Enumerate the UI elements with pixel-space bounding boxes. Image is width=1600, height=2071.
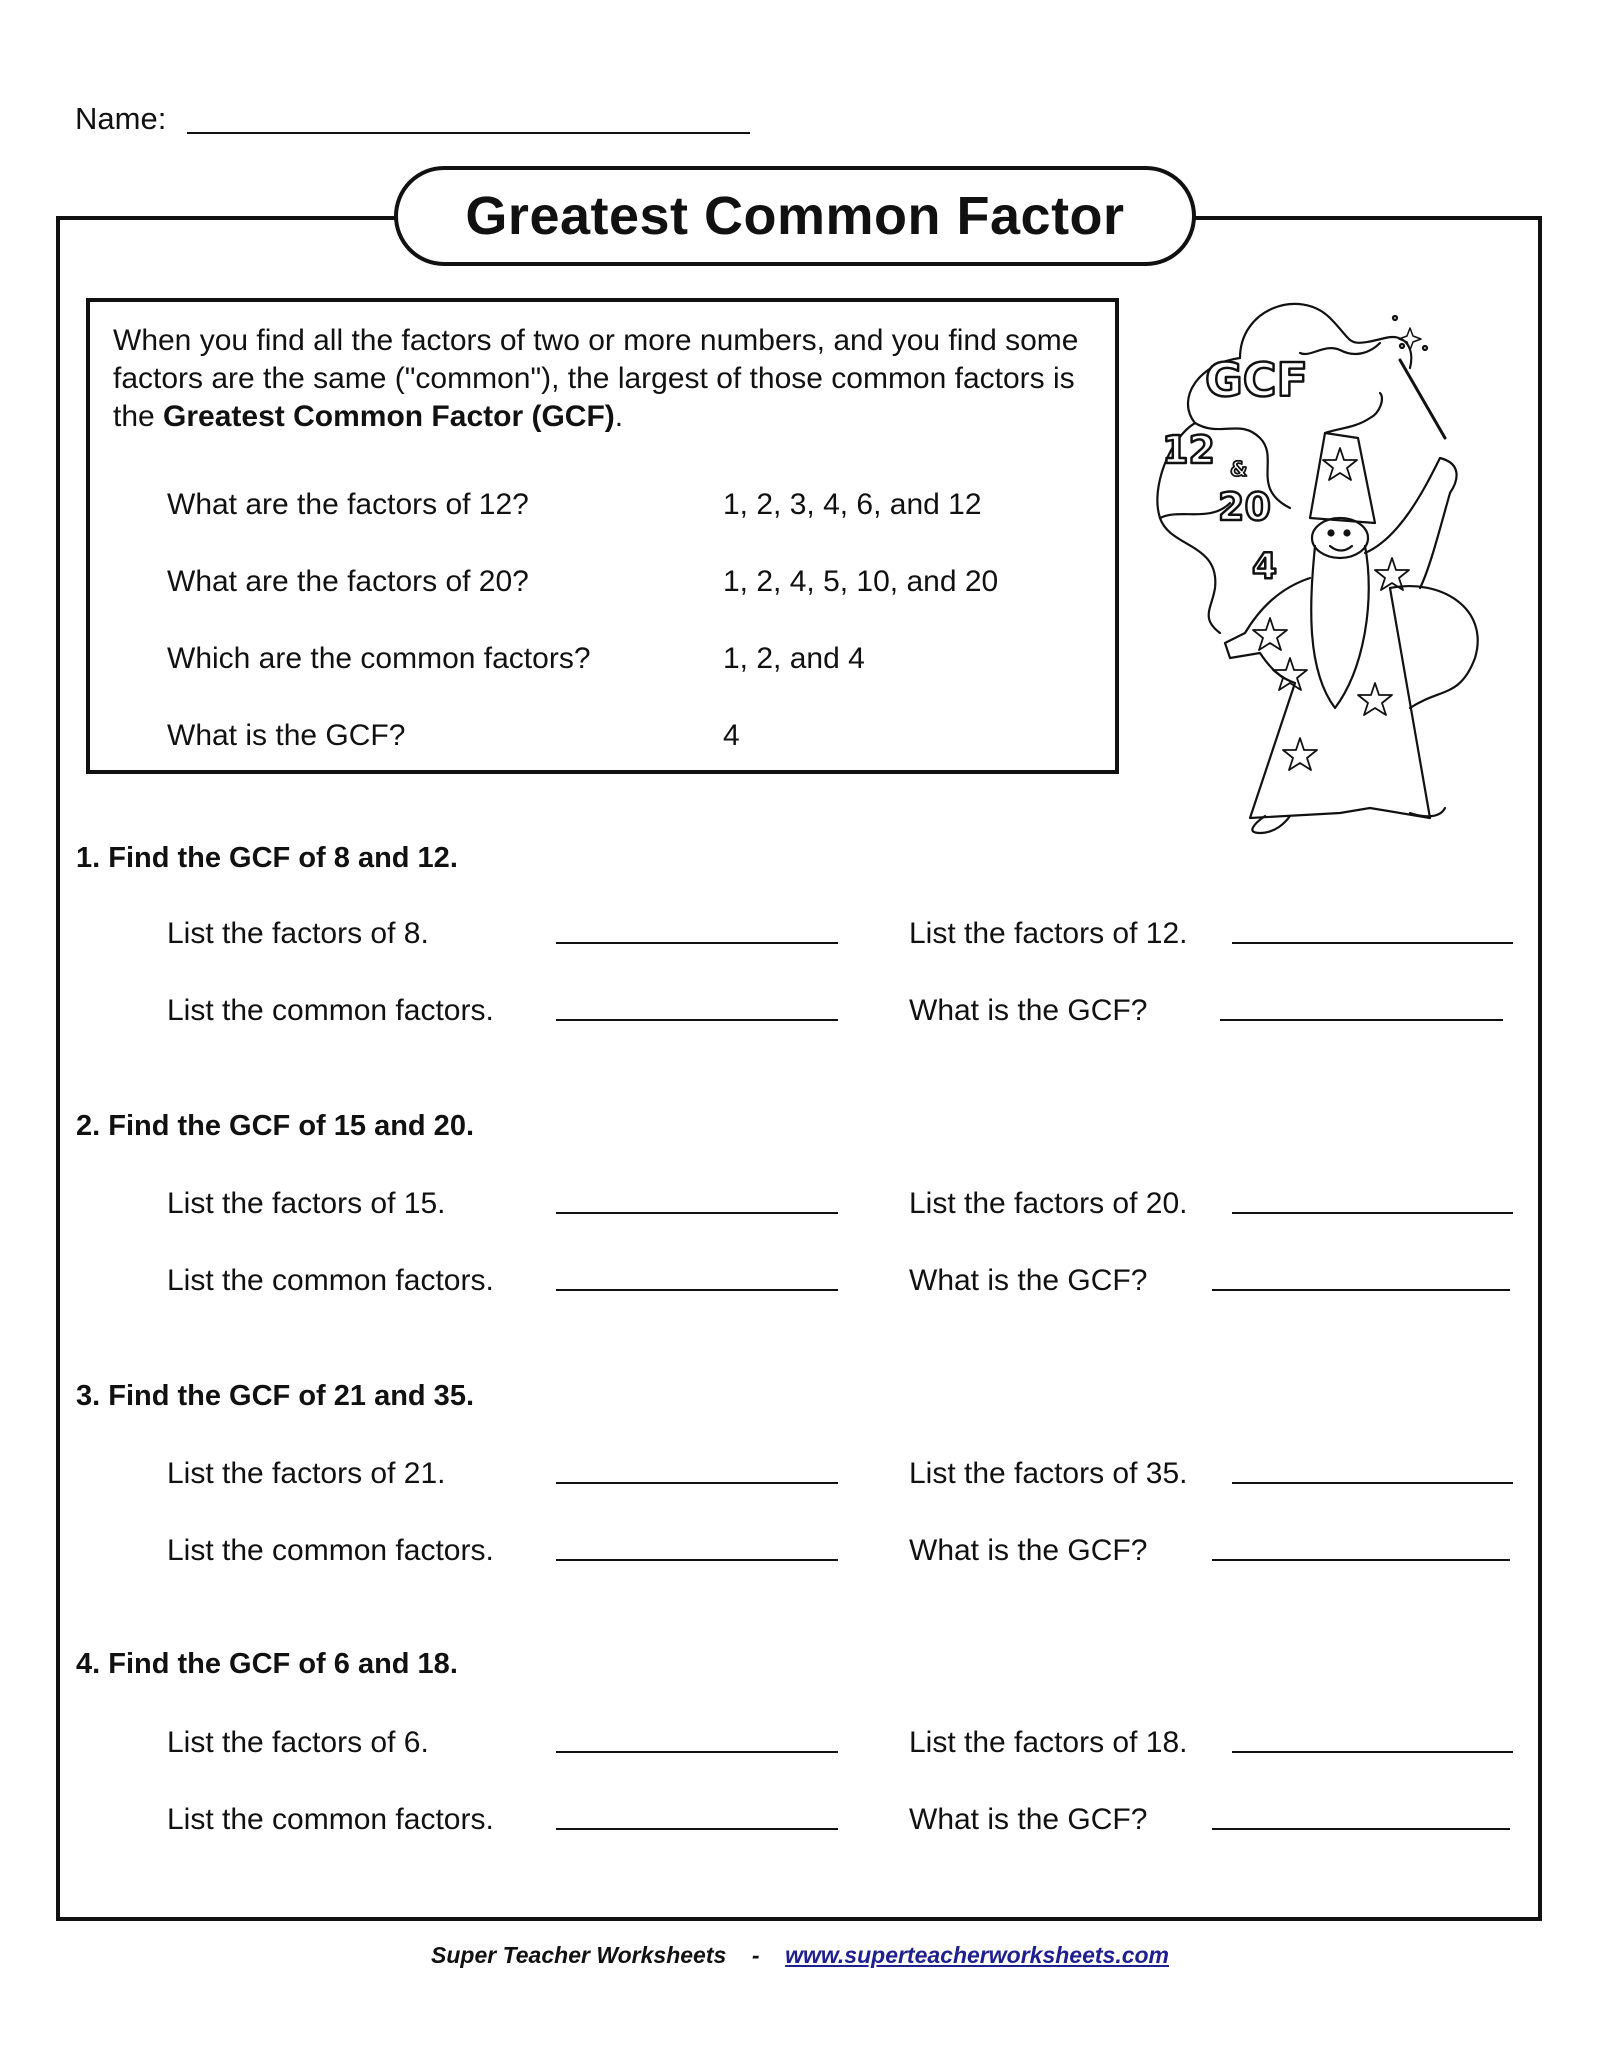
gcf-label: What is the GCF?: [909, 1803, 1148, 1836]
name-label: Name:: [75, 101, 167, 136]
gcf-lettering: GCF 12 & 20 4: [1161, 352, 1309, 589]
footer-link[interactable]: www.superteacherworksheets.com: [785, 1942, 1169, 1968]
factors-b-label: List the factors of 12.: [909, 917, 1188, 950]
factors-b-answer-line[interactable]: [1232, 1212, 1513, 1214]
gcf-answer-line[interactable]: [1212, 1559, 1510, 1561]
factors-a-answer-line[interactable]: [556, 1482, 838, 1484]
illustration-label: 20: [1218, 485, 1271, 529]
wizard-illustration: GCF 12 & 20 4: [1156, 302, 1479, 835]
factors-a-label: List the factors of 21.: [167, 1457, 446, 1490]
problem-heading: 3. Find the GCF of 21 and 35.: [76, 1380, 474, 1412]
problem-heading: 1. Find the GCF of 8 and 12.: [76, 842, 458, 874]
factors-b-answer-line[interactable]: [1232, 942, 1513, 944]
factors-a-label: List the factors of 6.: [167, 1726, 429, 1759]
common-factors-label: List the common factors.: [167, 1534, 494, 1567]
gcf-label: What is the GCF?: [909, 1264, 1148, 1297]
example-answer: 4: [723, 719, 740, 752]
example-question: Which are the common factors?: [167, 642, 591, 675]
factors-a-answer-line[interactable]: [556, 1212, 838, 1214]
factors-b-label: List the factors of 35.: [909, 1457, 1188, 1490]
footer-brand: Super Teacher Worksheets: [431, 1942, 727, 1968]
common-factors-answer-line[interactable]: [556, 1019, 838, 1021]
example-answer: 1, 2, 3, 4, 6, and 12: [723, 488, 982, 521]
footer-separator: -: [751, 1942, 760, 1968]
common-factors-answer-line[interactable]: [556, 1289, 838, 1291]
gcf-answer-line[interactable]: [1220, 1019, 1503, 1021]
illustration-label: 4: [1252, 546, 1277, 587]
illustration-label: &: [1230, 457, 1247, 481]
illustration-label: 12: [1162, 428, 1215, 472]
problem-heading: 2. Find the GCF of 15 and 20.: [76, 1110, 474, 1142]
factors-a-answer-line[interactable]: [556, 942, 838, 944]
common-factors-label: List the common factors.: [167, 1803, 494, 1836]
factors-b-label: List the factors of 18.: [909, 1726, 1188, 1759]
illustration-label: GCF: [1205, 353, 1308, 407]
common-factors-answer-line[interactable]: [556, 1559, 838, 1561]
problem-heading: 4. Find the GCF of 6 and 18.: [76, 1648, 458, 1680]
factors-a-answer-line[interactable]: [556, 1751, 838, 1753]
intro-paragraph: When you find all the factors of two or …: [113, 322, 1103, 436]
factors-b-label: List the factors of 20.: [909, 1187, 1188, 1220]
title-banner: Greatest Common Factor: [394, 166, 1196, 266]
common-factors-answer-line[interactable]: [556, 1828, 838, 1830]
factors-a-label: List the factors of 8.: [167, 917, 429, 950]
common-factors-label: List the common factors.: [167, 994, 494, 1027]
example-answer: 1, 2, and 4: [723, 642, 865, 675]
gcf-label: What is the GCF?: [909, 994, 1148, 1027]
gcf-answer-line[interactable]: [1212, 1289, 1510, 1291]
page-title: Greatest Common Factor: [465, 186, 1125, 246]
example-question: What are the factors of 20?: [167, 565, 529, 598]
example-question: What are the factors of 12?: [167, 488, 529, 521]
intro-term: Greatest Common Factor (GCF): [163, 400, 615, 433]
gcf-answer-line[interactable]: [1212, 1828, 1510, 1830]
example-answer: 1, 2, 4, 5, 10, and 20: [723, 565, 999, 598]
factors-b-answer-line[interactable]: [1232, 1751, 1513, 1753]
example-question: What is the GCF?: [167, 719, 406, 752]
gcf-label: What is the GCF?: [909, 1534, 1148, 1567]
footer: Super Teacher Worksheets - www.superteac…: [0, 1942, 1600, 1969]
factors-b-answer-line[interactable]: [1232, 1482, 1513, 1484]
common-factors-label: List the common factors.: [167, 1264, 494, 1297]
factors-a-label: List the factors of 15.: [167, 1187, 446, 1220]
intro-period: .: [614, 400, 624, 433]
name-input-line[interactable]: [187, 132, 750, 134]
